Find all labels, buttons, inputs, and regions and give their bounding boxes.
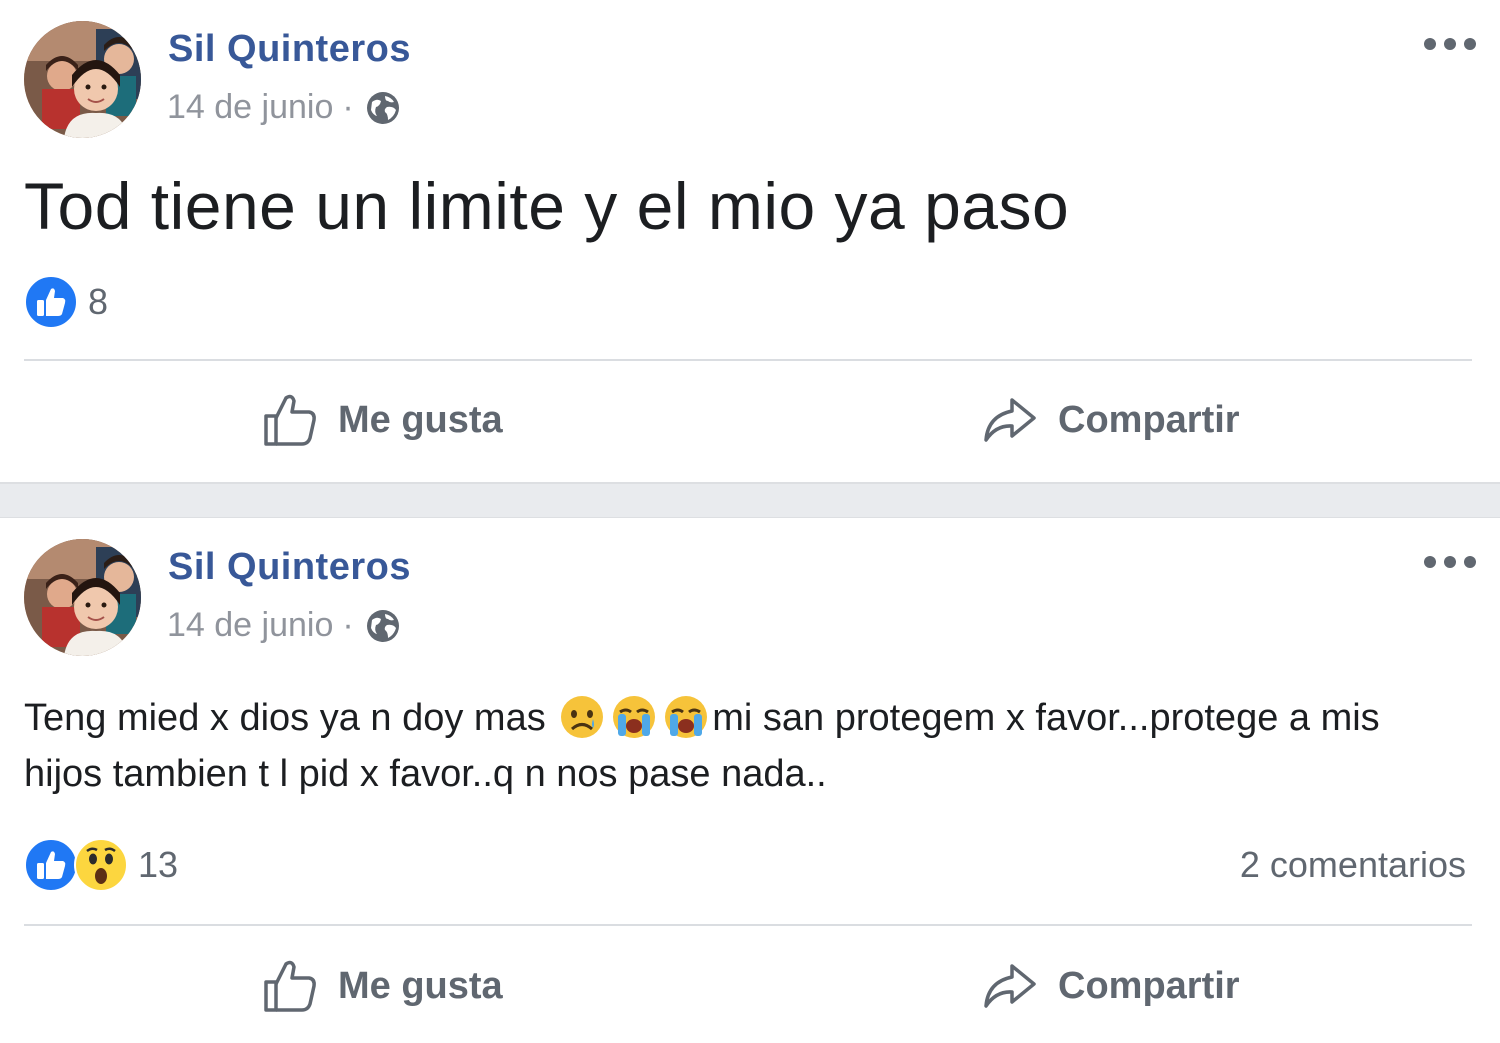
feed-gap: [0, 482, 1500, 518]
post-card: Sil Quinteros 14 de junio · Teng mied x …: [0, 518, 1500, 1043]
like-button[interactable]: Me gusta: [262, 958, 503, 1014]
like-button[interactable]: Me gusta: [262, 392, 503, 448]
meta-separator: ·: [342, 88, 354, 126]
thumbs-up-icon: [262, 392, 318, 448]
wow-reaction-icon: [74, 838, 128, 892]
thumbs-up-icon: [262, 958, 318, 1014]
reaction-count: 13: [138, 844, 179, 885]
share-icon: [982, 960, 1038, 1012]
post-text: Tod tiene un limite y el mio ya paso: [24, 169, 1070, 243]
author-name[interactable]: Sil Quinteros: [168, 28, 411, 71]
post-meta: 14 de junio ·: [167, 88, 401, 127]
like-reaction-icon: [24, 838, 78, 892]
more-options-icon[interactable]: [1424, 32, 1476, 56]
share-icon: [982, 394, 1038, 446]
comments-count-link[interactable]: 2 comentarios: [1240, 844, 1466, 886]
more-options-icon[interactable]: [1424, 550, 1476, 574]
like-button-label: Me gusta: [338, 398, 503, 441]
share-button-label: Compartir: [1058, 398, 1240, 441]
globe-icon[interactable]: [365, 90, 401, 126]
post-date[interactable]: 14 de junio: [167, 88, 333, 127]
sad-face-emoji-icon: [557, 694, 607, 740]
post-meta: 14 de junio ·: [167, 606, 401, 645]
divider: [24, 924, 1472, 926]
post-text-part1: Teng mied x dios ya n doy mas: [24, 697, 557, 739]
post-text: Teng mied x dios ya n doy mas mi san pro…: [24, 690, 1464, 802]
post-date[interactable]: 14 de junio: [167, 606, 333, 645]
reaction-count: 8: [88, 281, 109, 322]
crying-face-emoji-icon: [609, 694, 659, 740]
meta-separator: ·: [342, 606, 354, 644]
globe-icon[interactable]: [365, 608, 401, 644]
avatar[interactable]: [24, 21, 141, 138]
avatar[interactable]: [24, 539, 141, 656]
like-button-label: Me gusta: [338, 964, 503, 1007]
divider: [24, 359, 1472, 361]
crying-face-emoji-icon: [661, 694, 711, 740]
share-button-label: Compartir: [1058, 964, 1240, 1007]
author-name[interactable]: Sil Quinteros: [168, 546, 411, 589]
share-button[interactable]: Compartir: [982, 394, 1240, 446]
post-card: Sil Quinteros 14 de junio · Tod tiene un…: [0, 0, 1500, 482]
reactions-summary[interactable]: 8: [24, 275, 108, 329]
share-button[interactable]: Compartir: [982, 960, 1240, 1012]
reactions-summary[interactable]: 13: [24, 838, 178, 892]
like-reaction-icon: [24, 275, 78, 329]
